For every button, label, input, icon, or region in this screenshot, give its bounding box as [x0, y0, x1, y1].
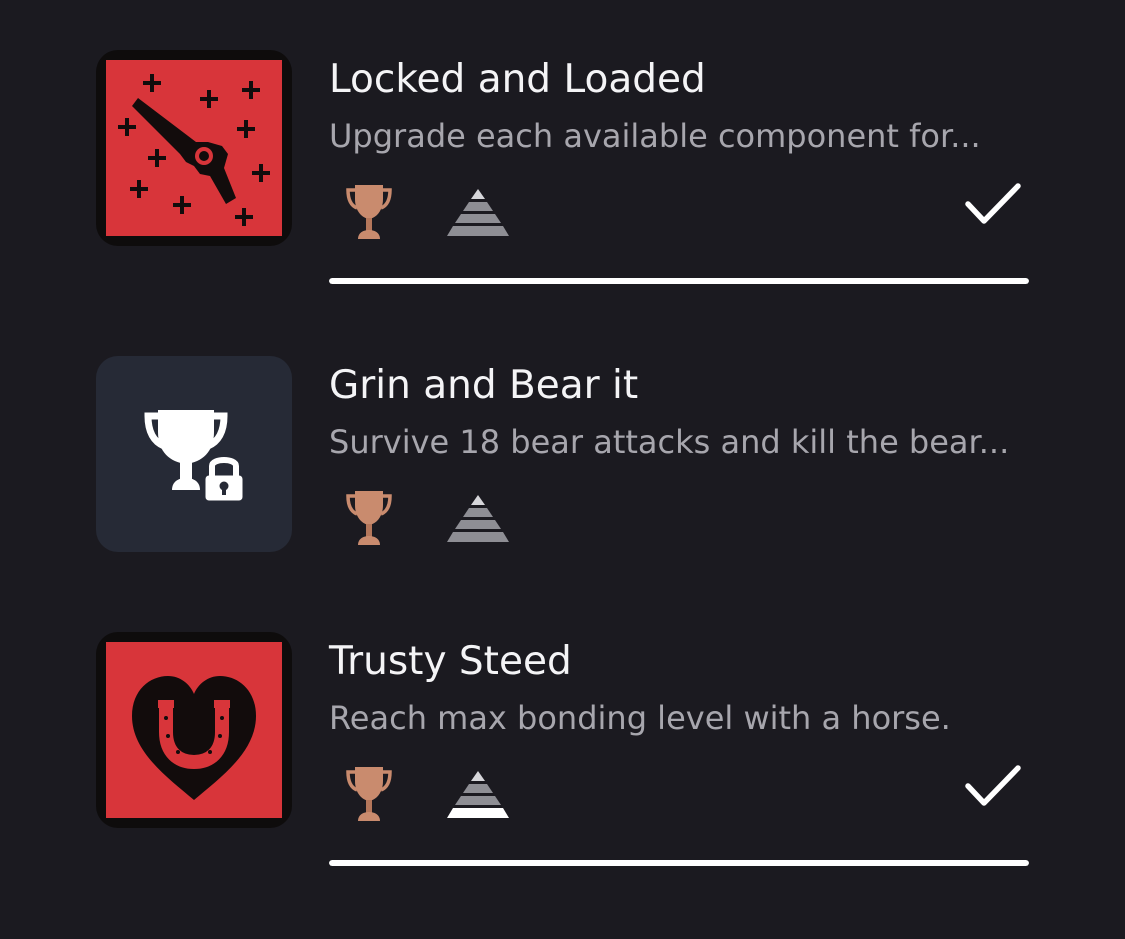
- rarity-icon: [447, 771, 509, 818]
- trophy-description: Survive 18 bear attacks and kill the bea…: [329, 423, 1010, 461]
- trophy-title: Trusty Steed: [329, 639, 572, 684]
- progress-fill: [329, 860, 1029, 866]
- earned-check-icon: [965, 765, 1021, 806]
- locked-trophy-icon: [144, 410, 246, 504]
- bronze-trophy-icon: [346, 767, 392, 821]
- progress-fill: [329, 278, 1029, 284]
- progress-bar: [329, 860, 1029, 866]
- trophy-row[interactable]: Trusty Steed Reach max bonding level wit…: [96, 632, 1036, 882]
- trophy-description: Upgrade each available component for...: [329, 117, 981, 155]
- trophy-row[interactable]: Grin and Bear it Survive 18 bear attacks…: [96, 356, 1036, 606]
- trophy-row[interactable]: Locked and Loaded Upgrade each available…: [96, 50, 1036, 300]
- trophy-art: [96, 356, 292, 552]
- revolver-icon: [106, 60, 282, 236]
- trophy-art: [96, 632, 292, 828]
- trophy-title: Locked and Loaded: [329, 57, 706, 102]
- horseshoe-heart-icon: [106, 642, 282, 818]
- progress-bar: [329, 278, 1029, 284]
- trophy-description: Reach max bonding level with a horse.: [329, 699, 951, 737]
- rarity-icon: [447, 189, 509, 236]
- bronze-trophy-icon: [346, 491, 392, 545]
- trophy-title: Grin and Bear it: [329, 363, 639, 408]
- earned-check-icon: [965, 183, 1021, 224]
- trophy-art: [96, 50, 292, 246]
- bronze-trophy-icon: [346, 185, 392, 239]
- trophy-list: Locked and Loaded Upgrade each available…: [0, 0, 1125, 939]
- rarity-icon: [447, 495, 509, 542]
